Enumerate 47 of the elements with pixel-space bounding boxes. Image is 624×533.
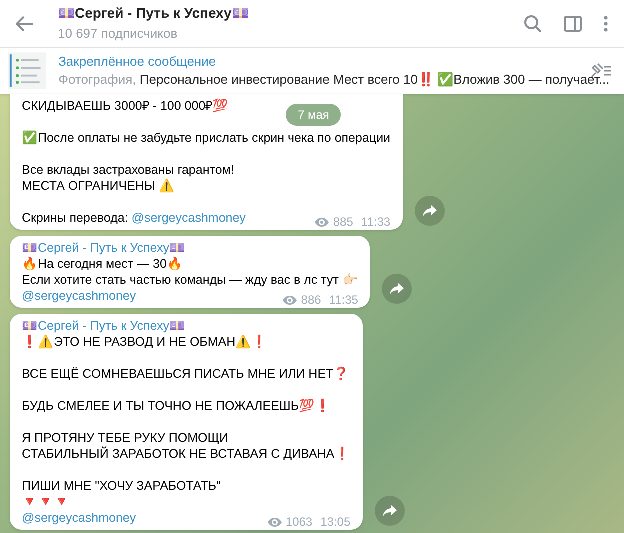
share-arrow-icon bbox=[390, 283, 404, 295]
message-text: СТАБИЛЬНЫЙ ЗАРАБОТОК НЕ ВСТАВАЯ С ДИВАНА❗ bbox=[22, 446, 351, 462]
share-arrow-icon bbox=[382, 505, 397, 517]
forward-button[interactable] bbox=[382, 274, 412, 304]
pinned-media-type: Фотография, bbox=[58, 72, 138, 87]
pinned-label: Закреплённое сообщение bbox=[58, 53, 218, 71]
username-link[interactable]: @sergeycashmoney bbox=[132, 211, 246, 225]
unpin-icon[interactable] bbox=[590, 63, 612, 79]
forward-button[interactable] bbox=[374, 496, 405, 526]
message-text: БУДЬ СМЕЛЕЕ И ТЫ ТОЧНО НЕ ПОЖАЛЕЕШЬ💯❗ bbox=[22, 398, 332, 414]
view-count: 885 bbox=[333, 214, 354, 230]
message-text: СКИДЫВАЕШЬ 3000₽ - 100 000₽💯 bbox=[22, 98, 229, 114]
message-time: 11:33 bbox=[361, 214, 391, 230]
message-text: ✅После оплаты не забудьте прислать скрин чека по операции bbox=[22, 130, 391, 146]
view-count: 1063 bbox=[286, 514, 313, 530]
pinned-message-bar[interactable]: Закреплённое сообщение Фотография, Персональное инвестирование Мест всего 10‼ ✅Вложив 300 — получает... bbox=[0, 48, 624, 94]
message-text: ❗⚠ЭТО НЕ РАЗВОД И НЕ ОБМАН⚠❗ bbox=[22, 334, 268, 350]
photo-thumbnail-icon bbox=[8, 52, 47, 90]
message-text: ВСЕ ЕЩЁ СОМНЕВАЕШЬСЯ ПИСАТЬ МНЕ ИЛИ НЕТ❓ bbox=[22, 366, 350, 382]
share-arrow-icon bbox=[422, 205, 437, 217]
message-text: Все вклады застрахованы гарантом! bbox=[22, 162, 234, 178]
message-text: ПИШИ МНЕ "ХОЧУ ЗАРАБОТАТЬ" bbox=[22, 478, 222, 494]
message-author: 💷Сергей - Путь к Успеху💷 bbox=[22, 240, 186, 256]
date-pill: 7 мая bbox=[286, 104, 342, 126]
message-time: 13:05 bbox=[320, 514, 351, 530]
username-link[interactable]: @sergeycashmoney bbox=[22, 289, 136, 303]
forward-button[interactable] bbox=[414, 196, 445, 226]
more-icon[interactable] bbox=[604, 16, 608, 32]
eye-icon bbox=[268, 518, 282, 526]
pinned-preview-text: Персональное инвестирование Мест всего 10‼ ✅Вложив 300 — получает... bbox=[140, 72, 610, 87]
username-link[interactable]: @sergeycashmoney bbox=[22, 511, 136, 525]
message-text: Я ПРОТЯНУ ТЕБЕ РУКУ ПОМОЩИ bbox=[22, 430, 228, 446]
eye-icon bbox=[315, 218, 330, 226]
sidebar-toggle-icon[interactable] bbox=[564, 16, 582, 32]
message-text: Скрины перевода: bbox=[22, 211, 130, 225]
search-icon[interactable] bbox=[524, 14, 542, 32]
back-arrow-icon[interactable] bbox=[16, 16, 34, 32]
channel-title: 💷Сергей - Путь к Успеху💷 bbox=[58, 4, 249, 24]
message-text: Если хотите стать частью команды — жду вас в лс тут 👉🏻 bbox=[22, 272, 358, 288]
message-text: 🔥На сегодня мест — 30🔥 bbox=[22, 256, 183, 272]
message-text: 🔻🔻🔻 bbox=[22, 494, 70, 510]
subscriber-count: 10 697 подписчиков bbox=[58, 25, 179, 44]
view-count: 886 bbox=[301, 292, 322, 308]
eye-icon bbox=[283, 296, 298, 304]
message-text: МЕСТА ОГРАНИЧЕНЫ ⚠ bbox=[22, 178, 175, 194]
message-time: 11:35 bbox=[329, 292, 358, 308]
message-author: 💷Сергей - Путь к Успеху💷 bbox=[22, 318, 186, 334]
